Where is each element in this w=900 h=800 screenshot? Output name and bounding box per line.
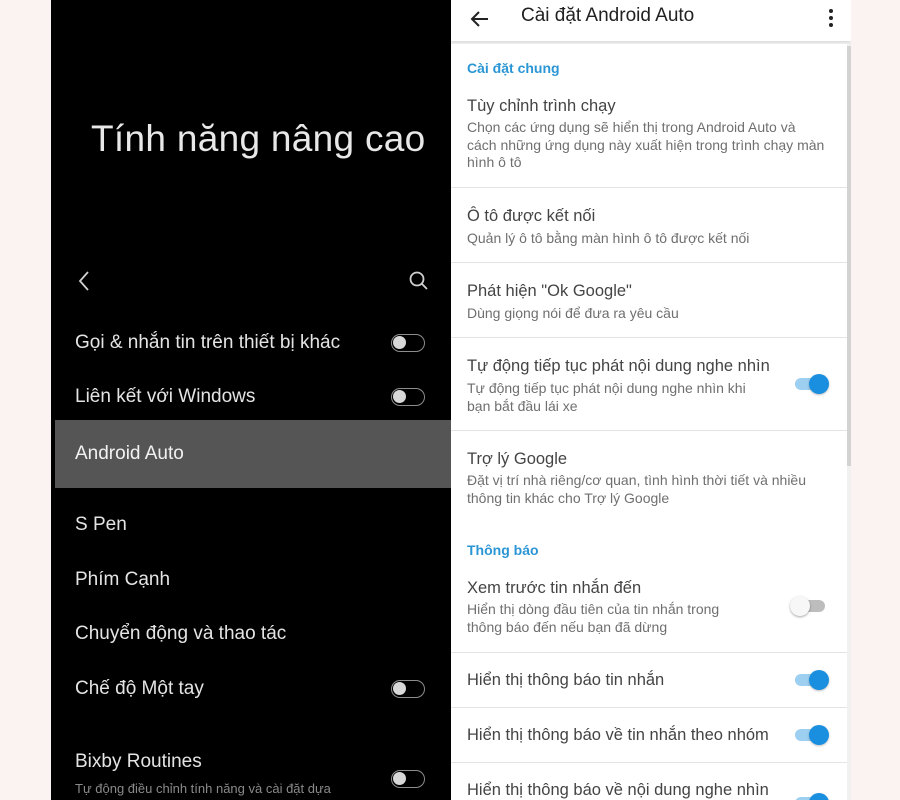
menu-item-calls-on-other-devices[interactable]: Gọi & nhắn tin trên thiết bị khác — [51, 316, 451, 370]
setting-title: Hiển thị thông báo tin nhắn — [467, 671, 665, 689]
setting-title: Ô tô được kết nối — [467, 207, 596, 225]
setting-title: Hiển thị thông báo về tin nhắn theo nhóm — [467, 726, 769, 744]
bixby-routines-toggle[interactable] — [391, 770, 425, 788]
search-icon — [409, 271, 428, 290]
menu-item-label: S Pen — [75, 514, 127, 535]
advanced-features-screen: Tính năng nâng cao Gọi & nhắn tin trên t… — [51, 0, 451, 800]
menu-item-label: Liên kết với Windows — [75, 386, 256, 407]
back-button[interactable] — [73, 268, 97, 294]
section-header-notifications: Thông báo — [451, 526, 847, 570]
setting-customize-launcher[interactable]: Tùy chỉnh trình chạy Chọn các ứng dụng s… — [451, 86, 847, 187]
scrollbar[interactable] — [847, 46, 851, 466]
chevron-left-icon — [78, 271, 89, 291]
menu-item-subtitle: Tự động điều chỉnh tính năng và cài đặt … — [75, 781, 331, 800]
setting-ok-google-detection[interactable]: Phát hiện "Ok Google" Dùng giọng nói để … — [451, 263, 847, 337]
setting-media-notifications[interactable]: Hiển thị thông báo về nội dung nghe nhìn — [451, 763, 847, 800]
section-header-general: Cài đặt chung — [451, 44, 847, 86]
menu-item-link-to-windows[interactable]: Liên kết với Windows — [51, 370, 451, 424]
one-handed-mode-toggle[interactable] — [391, 680, 425, 698]
setting-subtitle: Đặt vị trí nhà riêng/cơ quan, tình hình … — [467, 472, 807, 506]
group-message-notifications-toggle[interactable] — [795, 725, 829, 745]
search-button[interactable] — [407, 268, 431, 294]
menu-item-s-pen[interactable]: S Pen — [51, 498, 451, 552]
auto-resume-media-toggle[interactable] — [795, 374, 829, 394]
arrow-back-icon — [470, 11, 488, 27]
page-title: Cài đặt Android Auto — [521, 5, 695, 26]
setting-subtitle: Tự động tiếp tục phát nội dung nghe nhìn… — [467, 380, 746, 414]
setting-auto-resume-media[interactable]: Tự động tiếp tục phát nội dung nghe nhìn… — [451, 338, 847, 430]
link-to-windows-toggle[interactable] — [391, 388, 425, 406]
setting-title: Tự động tiếp tục phát nội dung nghe nhìn — [467, 357, 770, 375]
menu-item-side-key[interactable]: Phím Cạnh — [51, 553, 451, 607]
section-title: Cài đặt chung — [467, 60, 560, 76]
menu-item-label: Gọi & nhắn tin trên thiết bị khác — [75, 332, 341, 353]
setting-subtitle: Dùng giọng nói để đưa ra yêu cầu — [467, 305, 679, 321]
setting-subtitle: Chọn các ứng dụng sẽ hiển thị trong Andr… — [467, 119, 825, 170]
preview-messages-toggle[interactable] — [790, 596, 825, 616]
app-bar: Cài đặt Android Auto — [451, 0, 851, 41]
menu-item-bixby-routines[interactable]: Bixby Routines Tự động điều chỉnh tính n… — [51, 740, 451, 800]
menu-item-android-auto[interactable]: Android Auto — [55, 420, 451, 488]
setting-subtitle: Quản lý ô tô bằng màn hình ô tô được kết… — [467, 230, 750, 246]
menu-item-one-handed-mode[interactable]: Chế độ Một tay — [51, 662, 451, 716]
back-button[interactable] — [467, 6, 493, 32]
setting-title: Hiển thị thông báo về nội dung nghe nhìn — [467, 781, 769, 799]
message-notifications-toggle[interactable] — [795, 670, 829, 690]
page-title: Tính năng nâng cao — [91, 118, 426, 159]
more-options-button[interactable] — [823, 5, 839, 31]
android-auto-settings-screen: Cài đặt Android Auto Cài đặt chung Tùy c… — [451, 0, 851, 800]
setting-connected-cars[interactable]: Ô tô được kết nối Quản lý ô tô bằng màn … — [451, 188, 847, 262]
menu-item-label: Android Auto — [75, 443, 184, 464]
menu-item-motions-gestures[interactable]: Chuyển động và thao tác — [51, 607, 451, 661]
toolbar — [51, 262, 451, 300]
calls-other-devices-toggle[interactable] — [391, 334, 425, 352]
setting-google-assistant[interactable]: Trợ lý Google Đặt vị trí nhà riêng/cơ qu… — [451, 431, 847, 526]
setting-title: Trợ lý Google — [467, 450, 568, 468]
section-title: Thông báo — [467, 542, 539, 558]
menu-item-label: Bixby Routines — [75, 751, 202, 772]
setting-preview-incoming-messages[interactable]: Xem trước tin nhắn đến Hiển thị dòng đầu… — [451, 570, 847, 652]
setting-show-message-notifications[interactable]: Hiển thị thông báo tin nhắn — [451, 653, 847, 707]
setting-title: Xem trước tin nhắn đến — [467, 579, 642, 597]
setting-title: Phát hiện "Ok Google" — [467, 282, 632, 300]
menu-item-label: Chuyển động và thao tác — [75, 623, 287, 644]
menu-item-label: Chế độ Một tay — [75, 678, 204, 699]
setting-subtitle: Hiển thị dòng đầu tiên của tin nhắn tron… — [467, 601, 720, 635]
more-vert-icon — [829, 9, 833, 27]
setting-group-message-notifications[interactable]: Hiển thị thông báo về tin nhắn theo nhóm — [451, 708, 847, 762]
setting-title: Tùy chỉnh trình chạy — [467, 97, 616, 115]
menu-item-label: Phím Cạnh — [75, 569, 171, 590]
